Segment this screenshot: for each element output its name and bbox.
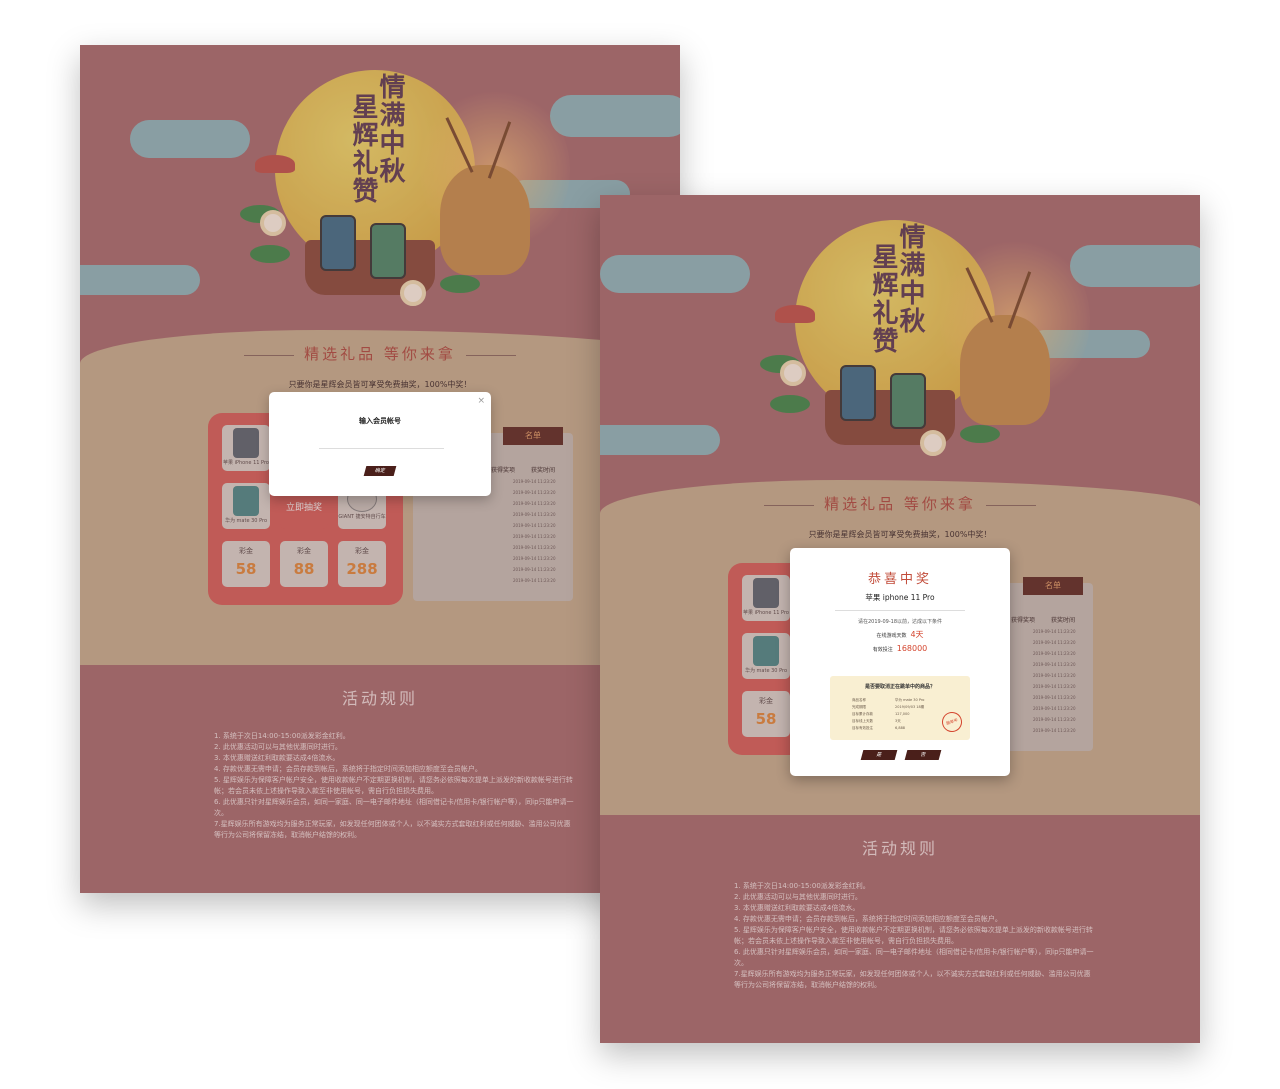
- detail-row: 完成期限 2019/09/03 18期: [852, 705, 925, 709]
- close-icon[interactable]: ×: [477, 396, 485, 406]
- detail-row: 目标累计存款 127,000: [852, 712, 910, 716]
- win-modal: 恭喜中奖 苹果 iphone 11 Pro 请在2019-09-18以前，达成以…: [790, 548, 1010, 776]
- page-preview-win: 情满中秋 星辉礼赞 精选礼品 等你来拿 只要你是星辉会员皆可享受免费抽奖，100…: [600, 195, 1200, 1043]
- valid-bet-value: 168000: [896, 644, 928, 653]
- cancel-question: 是否要取消正在跳单中的商品？: [864, 684, 935, 690]
- yes-button[interactable]: 是: [860, 750, 898, 760]
- online-days: 在线游戏天数 4天: [790, 629, 1010, 640]
- detail-row: 目标线上天数 3天: [852, 719, 901, 723]
- win-modal-title: 恭喜中奖: [867, 572, 932, 587]
- detail-row: 目标有效投注 6,888: [852, 726, 906, 730]
- confirm-button[interactable]: 确定: [363, 466, 397, 476]
- online-days-label: 在线游戏天数: [876, 633, 907, 639]
- login-modal-title: 输入会员帐号: [359, 417, 401, 425]
- cancel-confirm-box: 是否要取消正在跳单中的商品？ 商品名称 华为 mate 30 Pro 完成期限 20…: [830, 676, 970, 740]
- account-input[interactable]: [319, 448, 444, 449]
- win-prize-name: 苹果 iphone 11 Pro: [865, 593, 935, 602]
- page-preview-login: 情满中秋 星辉礼赞 精选礼品 等你来拿 只要你是星辉会员皆可享受免费抽奖，100…: [80, 45, 680, 893]
- detail-row: 商品名称 华为 mate 30 Pro: [852, 698, 925, 702]
- no-button[interactable]: 否: [904, 750, 942, 760]
- login-modal: × 输入会员帐号 确定: [269, 392, 491, 496]
- online-days-value: 4天: [910, 630, 924, 639]
- valid-bet: 有效投注 168000: [790, 644, 1010, 653]
- win-condition-note: 请在2019-09-18以前，达成以下条件: [857, 619, 943, 625]
- valid-bet-label: 有效投注: [872, 647, 893, 653]
- divider: [835, 610, 965, 611]
